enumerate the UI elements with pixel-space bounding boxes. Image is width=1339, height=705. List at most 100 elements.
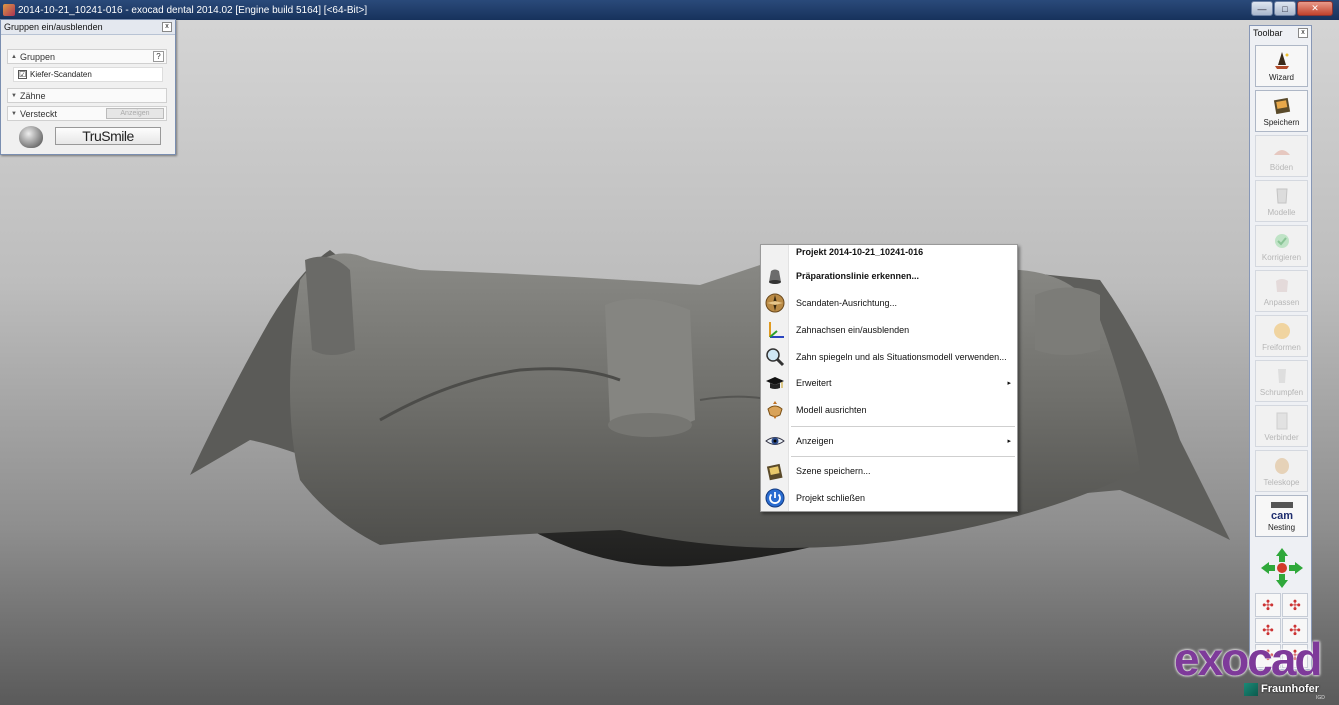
groups-panel-title-text: Gruppen ein/ausblenden	[4, 22, 103, 32]
correct-icon	[1272, 231, 1292, 251]
menu-item-label: Szene speichern...	[796, 466, 871, 476]
show-hidden-button[interactable]: Anzeigen	[106, 108, 164, 119]
section-versteckt-label: Versteckt	[19, 108, 57, 119]
toolbar-button-label: Modelle	[1267, 208, 1296, 217]
help-button[interactable]: ?	[153, 51, 164, 62]
window-controls: — □ ✕	[1251, 1, 1333, 16]
menu-item-label: Scandaten-Ausrichtung...	[796, 298, 898, 308]
section-gruppen[interactable]: ▲ Gruppen ?	[7, 49, 167, 64]
menu-separator	[791, 426, 1015, 427]
section-zaehne[interactable]: ▼ Zähne	[7, 88, 167, 103]
fraunhofer-mark-icon	[1244, 682, 1258, 696]
toolbar-button-nesting[interactable]: cam Nesting	[1255, 495, 1308, 537]
context-menu: Projekt 2014-10-21_10241-016 Präparation…	[760, 244, 1018, 512]
pan-down-arrow-icon[interactable]	[1276, 574, 1288, 588]
pan-right-arrow-icon[interactable]	[1289, 562, 1303, 574]
app-icon	[3, 4, 15, 16]
section-versteckt[interactable]: ▼ Versteckt Anzeigen	[7, 106, 167, 121]
save-book-icon	[1272, 96, 1292, 116]
groups-panel-close-button[interactable]: x	[162, 22, 172, 32]
toolbar-button-label: Speichern	[1263, 118, 1300, 127]
menu-item-label: Zahnachsen ein/ausblenden	[796, 325, 910, 335]
toolbar-button-wizard[interactable]: Wizard	[1255, 45, 1308, 87]
kiefer-scandaten-checkbox[interactable]: ☑	[18, 70, 27, 79]
shrink-icon	[1272, 366, 1292, 386]
menu-item-projekt-schliessen[interactable]: Projekt schließen	[761, 486, 1019, 510]
section-zaehne-label: Zähne	[19, 90, 46, 101]
toolbar-button-schrumpfen[interactable]: Schrumpfen	[1255, 360, 1308, 402]
compass-icon	[764, 293, 786, 313]
expand-arrow-icon: ▲	[11, 53, 17, 60]
toolbar-button-label: Verbinder	[1264, 433, 1299, 442]
pan-up-arrow-icon[interactable]	[1276, 548, 1288, 562]
tooth-logo-icon	[19, 126, 43, 148]
axes-icon	[764, 320, 786, 340]
rotate-icon: ✣	[1262, 596, 1274, 613]
pan-left-arrow-icon[interactable]	[1261, 562, 1275, 574]
fraunhofer-subtext: IGD	[1316, 695, 1325, 701]
connector-icon	[1272, 411, 1292, 431]
rotate-view-button-2[interactable]: ✣	[1282, 593, 1308, 618]
pan-navigation-pad[interactable]	[1259, 546, 1305, 590]
maximize-button[interactable]: □	[1274, 1, 1296, 16]
menu-item-anzeigen[interactable]: Anzeigen ▸	[761, 429, 1019, 453]
toolbar-button-freiformen[interactable]: Freiformen	[1255, 315, 1308, 357]
rotate-icon: ✣	[1289, 596, 1301, 613]
fraunhofer-text: Fraunhofer	[1261, 683, 1320, 695]
toolbar-button-teleskope[interactable]: Teleskope	[1255, 450, 1308, 492]
toolbar-button-label: Nesting	[1267, 523, 1296, 532]
telescope-icon	[1272, 456, 1292, 476]
toolbar-panel: Toolbar x Wizard Speichern Böden Modelle…	[1249, 25, 1312, 670]
toolbar-button-label: Korrigieren	[1261, 253, 1302, 262]
menu-item-modell-ausrichten[interactable]: Modell ausrichten	[761, 398, 1019, 422]
menu-item-label: Anzeigen	[796, 436, 834, 446]
toolbar-button-korrigieren[interactable]: Korrigieren	[1255, 225, 1308, 267]
model-icon	[1272, 186, 1292, 206]
toolbar-button-boeden[interactable]: Böden	[1255, 135, 1308, 177]
toolbar-button-speichern[interactable]: Speichern	[1255, 90, 1308, 132]
3d-viewport[interactable]	[0, 20, 1339, 705]
menu-item-label: Erweitert	[796, 378, 832, 388]
context-menu-header: Projekt 2014-10-21_10241-016	[796, 247, 924, 257]
kiefer-scandaten-label: Kiefer-Scandaten	[30, 70, 92, 79]
wizard-icon	[1272, 51, 1292, 71]
center-view-icon[interactable]	[1277, 563, 1287, 573]
menu-item-scandaten-ausrichtung[interactable]: Scandaten-Ausrichtung...	[761, 291, 1019, 315]
toolbar-title: Toolbar x	[1250, 26, 1311, 41]
fraunhofer-logo: Fraunhofer IGD	[1244, 681, 1334, 701]
toolbar-button-label: Böden	[1269, 163, 1294, 172]
power-icon	[764, 488, 786, 508]
toolbar-button-label: Anpassen	[1263, 298, 1300, 307]
toolbar-button-modelle[interactable]: Modelle	[1255, 180, 1308, 222]
menu-item-szene-speichern[interactable]: Szene speichern...	[761, 459, 1019, 483]
adjust-icon	[1272, 276, 1292, 296]
groups-panel-title: Gruppen ein/ausblenden x	[1, 20, 175, 35]
close-button[interactable]: ✕	[1297, 1, 1333, 16]
menu-item-label: Präparationslinie erkennen...	[796, 271, 920, 281]
menu-separator	[791, 456, 1015, 457]
title-bar: 2014-10-21_10241-016 - exocad dental 201…	[0, 0, 1339, 20]
groups-panel: Gruppen ein/ausblenden x ▲ Gruppen ? ☑ K…	[0, 19, 176, 155]
rotate-view-button-1[interactable]: ✣	[1255, 593, 1281, 618]
submenu-arrow-icon: ▸	[1007, 438, 1011, 445]
dental-scan-model[interactable]	[0, 20, 1339, 705]
group-item-kiefer-scandaten[interactable]: ☑ Kiefer-Scandaten	[13, 67, 163, 82]
menu-item-erweitert[interactable]: Erweitert ▸	[761, 371, 1019, 395]
toolbar-button-anpassen[interactable]: Anpassen	[1255, 270, 1308, 312]
toolbar-close-button[interactable]: x	[1298, 28, 1308, 38]
trusmile-button[interactable]: TruSmile	[55, 127, 161, 145]
toolbar-button-verbinder[interactable]: Verbinder	[1255, 405, 1308, 447]
toolbar-title-text: Toolbar	[1253, 28, 1283, 38]
menu-item-zahnachsen[interactable]: Zahnachsen ein/ausblenden	[761, 318, 1019, 342]
save-scene-icon	[764, 461, 786, 481]
menu-item-zahn-spiegeln[interactable]: Zahn spiegeln und als Situationsmodell v…	[761, 345, 1019, 369]
base-icon	[1272, 141, 1292, 161]
window-title: 2014-10-21_10241-016 - exocad dental 201…	[18, 4, 368, 16]
cam-icon-text: cam	[1270, 510, 1292, 521]
menu-item-praeparationslinie[interactable]: Präparationslinie erkennen...	[761, 264, 1019, 288]
menu-item-label: Zahn spiegeln und als Situationsmodell v…	[796, 352, 1007, 362]
preparation-line-icon	[764, 266, 786, 286]
toolbar-button-label: Wizard	[1269, 73, 1294, 82]
minimize-button[interactable]: —	[1251, 1, 1273, 16]
graduation-cap-icon	[764, 373, 786, 393]
